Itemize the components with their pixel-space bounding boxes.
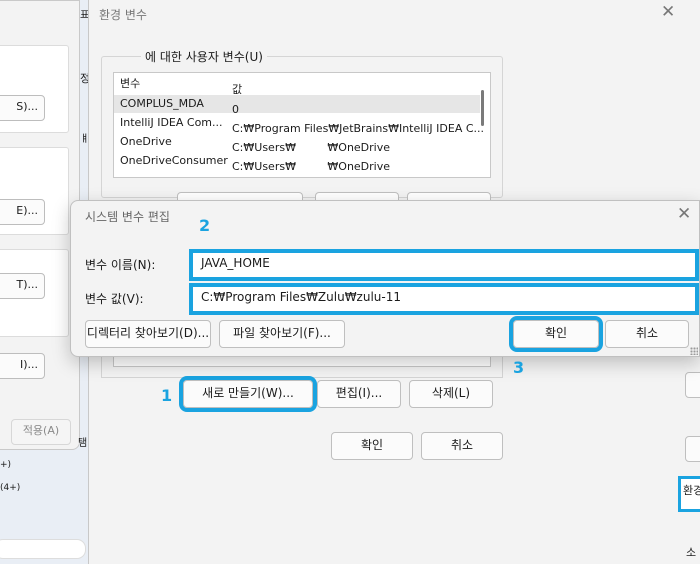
search-box[interactable] xyxy=(0,539,86,559)
user-variables-list[interactable]: 변수 값 COMPLUS_MDA 0 IntelliJ IDEA Com... C:₩… xyxy=(113,72,491,178)
variable-name-input[interactable]: JAVA_HOME xyxy=(189,249,699,281)
browse-file-button[interactable]: 파일 찾아보기(F)... xyxy=(219,320,345,348)
new-variable-button[interactable]: 새로 만들기(W)... xyxy=(179,376,317,412)
variable-value: C:₩Users₩ ₩OneDrive xyxy=(232,160,391,173)
system-properties-dialog: S)... E)... T)... I)... 적용(A) xyxy=(0,0,80,450)
list-item[interactable]: IntelliJ IDEA Com... C:₩Program Files₩Jet… xyxy=(120,114,484,135)
list-item[interactable]: OneDrive C:₩Users₩ ₩OneDrive xyxy=(120,133,390,154)
tab-glyph: 탬 xyxy=(78,438,88,449)
apply-button[interactable]: 적용(A) xyxy=(11,419,71,445)
edit-variable-button[interactable]: 편집(I)... xyxy=(317,380,401,408)
list-item[interactable]: COMPLUS_MDA 0 xyxy=(114,95,480,116)
footnote-text: +) xyxy=(0,460,12,470)
variable-name: IntelliJ IDEA Com... xyxy=(120,116,223,129)
close-icon[interactable]: ✕ xyxy=(677,204,691,224)
ok-button[interactable]: 확인 xyxy=(509,316,603,352)
settings-button-3[interactable]: T)... xyxy=(0,273,45,299)
settings-button-2[interactable]: E)... xyxy=(0,199,45,225)
variable-value-label: 변수 값(V): xyxy=(85,292,144,306)
settings-button-4[interactable]: I)... xyxy=(0,353,45,379)
close-icon[interactable]: ✕ xyxy=(661,2,675,22)
resize-grip-icon[interactable] xyxy=(690,347,698,355)
column-header-name[interactable]: 변수 xyxy=(120,75,232,93)
cancel-button[interactable]: 취소 xyxy=(605,320,689,348)
step-marker-2: 2 xyxy=(199,216,211,235)
variable-name: OneDriveConsumer xyxy=(120,154,228,167)
list-header[interactable]: 변수 값 xyxy=(120,75,242,96)
step-marker-1: 1 xyxy=(161,386,173,405)
step-marker-3: 3 xyxy=(513,358,525,377)
edit-system-variable-dialog: 시스템 변수 편집 ✕ 변수 이름(N): JAVA_HOME 변수 값(V):… xyxy=(70,200,700,357)
footnote-text: (4+) xyxy=(0,483,21,493)
dialog-title: 시스템 변수 편집 xyxy=(85,210,170,224)
settings-button-1[interactable]: S)... xyxy=(0,95,45,121)
partial-button[interactable] xyxy=(685,436,700,462)
partial-button[interactable] xyxy=(685,372,700,398)
variable-name: COMPLUS_MDA xyxy=(120,97,204,110)
dialog-title: 환경 변수 xyxy=(99,8,147,22)
list-item[interactable]: OneDriveConsumer C:₩Users₩ ₩OneDrive xyxy=(120,152,390,173)
user-variables-label: 에 대한 사용자 변수(U) xyxy=(141,48,267,65)
cancel-button[interactable]: 취소 xyxy=(421,432,503,460)
variable-name: OneDrive xyxy=(120,135,172,148)
variable-value-input[interactable]: C:₩Program Files₩Zulu₩zulu-11 xyxy=(189,283,699,315)
variable-name-label: 변수 이름(N): xyxy=(85,258,156,272)
environment-variables-tab[interactable]: 환경 xyxy=(678,476,700,512)
partial-label: 소 xyxy=(686,546,697,559)
browse-directory-button[interactable]: 디렉터리 찾아보기(D)... xyxy=(85,320,211,348)
ok-button[interactable]: 확인 xyxy=(331,432,413,460)
delete-variable-button[interactable]: 삭제(L) xyxy=(409,380,493,408)
list-scrollbar[interactable] xyxy=(481,90,484,126)
